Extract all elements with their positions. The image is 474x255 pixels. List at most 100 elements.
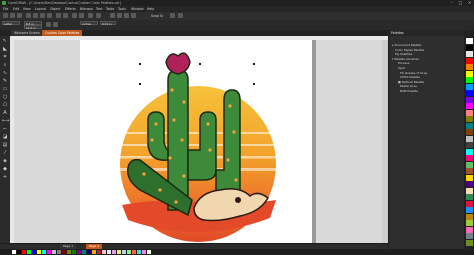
document-swatch[interactable] <box>147 250 151 254</box>
document-swatch[interactable] <box>102 250 106 254</box>
palette-swatch[interactable] <box>466 161 473 168</box>
undo-icon[interactable] <box>56 13 61 18</box>
palette-swatch[interactable] <box>466 109 473 116</box>
palette-swatch[interactable] <box>466 181 473 187</box>
snap-to-dropdown[interactable]: Snap To <box>151 13 163 19</box>
shape-tool-icon[interactable]: ◣ <box>2 46 8 52</box>
palette-swatch[interactable] <box>466 239 473 246</box>
palette-swatch[interactable] <box>466 220 473 226</box>
crop-tool-icon[interactable]: ⌗ <box>2 54 8 60</box>
export-icon[interactable] <box>79 13 84 18</box>
document-swatch[interactable] <box>92 250 96 254</box>
import-icon[interactable] <box>72 13 77 18</box>
polygon-tool-icon[interactable]: ⬠ <box>2 102 8 108</box>
save-icon[interactable] <box>17 13 22 18</box>
document-swatch[interactable] <box>112 250 116 254</box>
document-swatch[interactable] <box>32 250 36 254</box>
rectangle-tool-icon[interactable]: ▭ <box>2 86 8 92</box>
pick-tool-icon[interactable]: ↖ <box>2 38 8 44</box>
units-select[interactable]: inches <box>80 21 98 26</box>
parallel-dimension-icon[interactable]: ⟷ <box>2 118 9 124</box>
palette-swatch[interactable] <box>466 226 473 233</box>
palette-swatch[interactable] <box>466 44 473 51</box>
document-swatch[interactable] <box>137 250 141 254</box>
document-swatch[interactable] <box>82 250 86 254</box>
document-swatch[interactable] <box>127 250 131 254</box>
transparency-icon[interactable]: ▤ <box>2 142 8 148</box>
palette-swatch[interactable] <box>466 57 473 64</box>
document-swatch[interactable] <box>52 250 56 254</box>
copy-icon[interactable] <box>40 13 45 18</box>
landscape-icon[interactable] <box>53 22 58 27</box>
palette-swatch[interactable] <box>466 213 473 220</box>
connector-tool-icon[interactable]: ⌐ <box>2 126 8 132</box>
palette-swatch[interactable] <box>466 77 473 83</box>
palette-swatch[interactable] <box>466 129 473 135</box>
rulers-icon[interactable] <box>117 13 122 18</box>
guidelines-icon[interactable] <box>131 13 136 18</box>
palette-swatch[interactable] <box>466 135 473 142</box>
palette-swatch[interactable] <box>466 90 473 96</box>
document-swatch[interactable] <box>77 250 81 254</box>
open-icon[interactable] <box>10 13 15 18</box>
document-swatch[interactable] <box>107 250 111 254</box>
document-swatch[interactable] <box>27 250 31 254</box>
zoom-level-icon[interactable] <box>96 13 101 18</box>
palette-swatch[interactable] <box>466 51 473 57</box>
document-swatch[interactable] <box>142 250 146 254</box>
palette-swatch[interactable] <box>466 83 473 90</box>
full-screen-icon[interactable] <box>110 13 115 18</box>
document-swatch[interactable] <box>62 250 66 254</box>
document-swatch[interactable] <box>67 250 71 254</box>
palette-swatch[interactable] <box>466 155 473 161</box>
document-swatch[interactable] <box>122 250 126 254</box>
settings-icon[interactable] <box>170 13 175 18</box>
print-icon[interactable] <box>26 13 31 18</box>
palette-swatch[interactable] <box>466 233 473 239</box>
palette-swatch[interactable] <box>466 194 473 200</box>
new-document-icon[interactable] <box>3 13 8 18</box>
palette-swatch[interactable] <box>466 168 473 174</box>
palette-swatch[interactable] <box>466 70 473 77</box>
publish-pdf-icon[interactable] <box>88 13 93 18</box>
palette-swatch[interactable] <box>466 122 473 129</box>
document-swatch[interactable] <box>37 250 41 254</box>
palette-swatch[interactable] <box>466 103 473 109</box>
document-swatch[interactable] <box>57 250 61 254</box>
redo-icon[interactable] <box>63 13 68 18</box>
page-height-input[interactable]: 11.0 in <box>24 25 42 30</box>
artistic-media-icon[interactable]: ✎ <box>2 78 8 84</box>
text-tool-icon[interactable]: A <box>2 110 8 116</box>
palette-swatch[interactable] <box>466 142 473 148</box>
drop-shadow-icon[interactable]: ◪ <box>2 134 8 140</box>
palette-swatch[interactable] <box>466 187 473 194</box>
palette-swatch[interactable] <box>466 174 473 181</box>
page-preset-select[interactable]: Letter <box>2 21 20 26</box>
document-swatch[interactable] <box>72 250 76 254</box>
document-swatch[interactable] <box>17 250 21 254</box>
smart-fill-icon[interactable]: ◆ <box>2 166 8 172</box>
document-swatch[interactable] <box>117 250 121 254</box>
document-swatch[interactable] <box>132 250 136 254</box>
palette-swatch[interactable] <box>466 200 473 207</box>
palette-swatch[interactable] <box>466 116 473 122</box>
eyedropper-icon[interactable]: ⁄ <box>2 150 8 156</box>
document-swatch[interactable] <box>87 250 91 254</box>
document-swatch[interactable] <box>42 250 46 254</box>
document-swatch[interactable] <box>47 250 51 254</box>
rgb-palette-item[interactable]: RGB Palette <box>400 89 418 94</box>
document-swatch[interactable] <box>12 250 16 254</box>
nudge-input[interactable]: 0.01 in <box>100 21 116 26</box>
portrait-icon[interactable] <box>46 22 51 27</box>
ellipse-tool-icon[interactable]: ○ <box>2 94 8 100</box>
paste-icon[interactable] <box>47 13 52 18</box>
document-swatch[interactable] <box>97 250 101 254</box>
palette-swatch[interactable] <box>466 96 473 103</box>
interactive-fill-icon[interactable]: ◈ <box>2 158 8 164</box>
freehand-tool-icon[interactable]: ∿ <box>2 70 8 76</box>
palette-swatch[interactable] <box>466 38 473 44</box>
grid-icon[interactable] <box>124 13 129 18</box>
document-swatch[interactable] <box>22 250 26 254</box>
palette-swatch[interactable] <box>466 64 473 70</box>
add-tool-icon[interactable]: + <box>2 174 8 180</box>
